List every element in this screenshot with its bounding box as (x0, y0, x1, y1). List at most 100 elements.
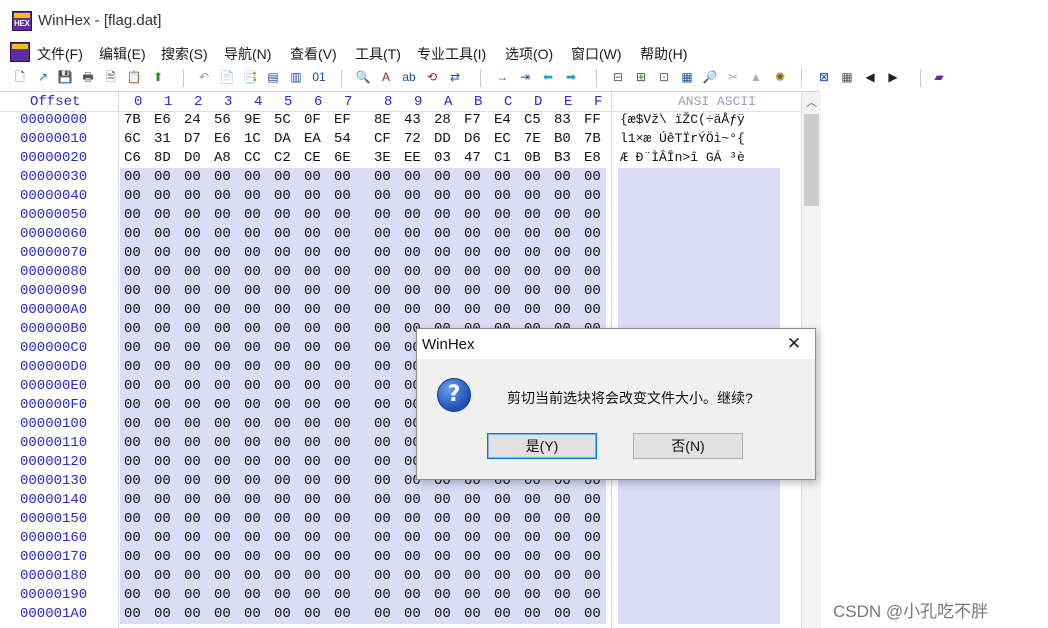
hex-byte[interactable]: 00 (304, 226, 321, 242)
hex-byte[interactable]: 00 (374, 606, 391, 622)
hex-byte[interactable]: 00 (154, 207, 171, 223)
hex-byte[interactable]: 00 (524, 207, 541, 223)
hex-byte[interactable]: 00 (464, 606, 481, 622)
hex-byte[interactable]: 00 (464, 169, 481, 185)
hex-byte[interactable]: 00 (214, 245, 231, 261)
print-preview-icon[interactable]: 🗎 (103, 69, 119, 85)
hex-byte[interactable]: 7E (524, 131, 541, 147)
hex-byte[interactable]: 00 (154, 188, 171, 204)
hex-byte[interactable]: 0B (524, 150, 541, 166)
find-icon[interactable]: 🔍 (355, 69, 371, 85)
hex-byte[interactable]: 00 (434, 245, 451, 261)
book-icon[interactable]: ▰ (931, 69, 947, 85)
hex-byte[interactable]: 54 (334, 131, 351, 147)
hex-byte[interactable]: 00 (334, 340, 351, 356)
hex-byte[interactable]: 00 (374, 226, 391, 242)
replace-hex-icon[interactable]: ⇄ (447, 69, 463, 85)
copy-icon[interactable]: 📄 (219, 69, 235, 85)
hex-byte[interactable]: 00 (434, 606, 451, 622)
hex-byte[interactable]: 1C (244, 131, 261, 147)
hex-byte[interactable]: 00 (124, 245, 141, 261)
cut-gray-icon[interactable]: ✂ (725, 69, 741, 85)
hex-byte[interactable]: DA (274, 131, 291, 147)
hex-byte[interactable]: 00 (154, 606, 171, 622)
hex-byte[interactable]: 00 (434, 302, 451, 318)
hex-byte[interactable]: 00 (554, 207, 571, 223)
hex-byte[interactable]: 00 (554, 283, 571, 299)
hex-byte[interactable]: 00 (374, 169, 391, 185)
hex-byte[interactable]: 00 (214, 302, 231, 318)
hex-byte[interactable]: 00 (584, 264, 601, 280)
hex-byte[interactable]: 00 (334, 568, 351, 584)
hex-byte[interactable]: 00 (244, 492, 261, 508)
hex-byte[interactable]: 00 (244, 378, 261, 394)
hex-byte[interactable]: 00 (434, 226, 451, 242)
hex-byte[interactable]: 00 (214, 264, 231, 280)
hex-byte[interactable]: 00 (334, 264, 351, 280)
hex-byte[interactable]: 00 (494, 226, 511, 242)
hex-byte[interactable]: 00 (304, 245, 321, 261)
hex-byte[interactable]: 00 (334, 359, 351, 375)
close-icon[interactable]: ✕ (783, 333, 805, 355)
hex-byte[interactable]: 00 (334, 511, 351, 527)
menu-item[interactable]: 选项(O) (505, 44, 553, 64)
hex-byte[interactable]: 00 (554, 587, 571, 603)
hex-row[interactable]: 00000090 00 00 00 00 00 00 00 00 00 00 00 00 00 00 00 00 (0, 282, 800, 301)
hex-byte[interactable]: 00 (404, 302, 421, 318)
hex-byte[interactable]: 00 (494, 511, 511, 527)
hex-byte[interactable]: 00 (154, 340, 171, 356)
hex-byte[interactable]: 00 (124, 435, 141, 451)
hex-byte[interactable]: 00 (244, 587, 261, 603)
hex-binary-icon[interactable]: 01 (311, 69, 327, 85)
hex-byte[interactable]: 00 (154, 226, 171, 242)
hex-byte[interactable]: 00 (274, 568, 291, 584)
hex-byte[interactable]: 00 (374, 492, 391, 508)
hex-byte[interactable]: 00 (244, 321, 261, 337)
hex-byte[interactable]: 00 (404, 226, 421, 242)
hex-row[interactable]: 00000140 00 00 00 00 00 00 00 00 00 00 00 00 00 00 00 00 (0, 491, 800, 510)
hex-byte[interactable]: 00 (374, 549, 391, 565)
hex-byte[interactable]: 00 (464, 511, 481, 527)
hex-byte[interactable]: 00 (274, 492, 291, 508)
hex-byte[interactable]: B3 (554, 150, 571, 166)
menu-item[interactable]: 专业工具(I) (417, 44, 486, 64)
hex-byte[interactable]: 00 (434, 264, 451, 280)
find-hex-icon[interactable]: A (378, 69, 394, 85)
hex-byte[interactable]: 00 (374, 568, 391, 584)
hex-byte[interactable]: 00 (554, 568, 571, 584)
hex-byte[interactable]: 00 (584, 169, 601, 185)
hex-byte[interactable]: 00 (214, 359, 231, 375)
hex-byte[interactable]: 00 (304, 568, 321, 584)
hex-byte[interactable]: 00 (494, 530, 511, 546)
hex-byte[interactable]: 00 (374, 207, 391, 223)
hex-byte[interactable]: 00 (304, 321, 321, 337)
hex-byte[interactable]: 00 (274, 302, 291, 318)
hex-byte[interactable]: 00 (494, 264, 511, 280)
hex-byte[interactable]: 00 (274, 207, 291, 223)
hex-byte[interactable]: 00 (214, 568, 231, 584)
hex-byte[interactable]: 00 (404, 606, 421, 622)
hex-byte[interactable]: 00 (494, 549, 511, 565)
hex-byte[interactable]: 00 (154, 245, 171, 261)
previous-icon[interactable]: ◀ (862, 69, 878, 85)
hex-byte[interactable]: 00 (584, 606, 601, 622)
hex-byte[interactable]: DD (434, 131, 451, 147)
hex-byte[interactable]: 00 (334, 207, 351, 223)
hex-byte[interactable]: 00 (154, 435, 171, 451)
hex-byte[interactable]: A8 (214, 150, 231, 166)
hex-byte[interactable]: 00 (154, 511, 171, 527)
hex-byte[interactable]: 00 (304, 169, 321, 185)
hex-byte[interactable]: 00 (184, 606, 201, 622)
hex-byte[interactable]: C6 (124, 150, 141, 166)
hex-byte[interactable]: 00 (124, 416, 141, 432)
hex-byte[interactable]: 00 (404, 207, 421, 223)
hex-byte[interactable]: 00 (584, 568, 601, 584)
hex-byte[interactable]: 00 (404, 169, 421, 185)
hex-byte[interactable]: 00 (464, 245, 481, 261)
hex-byte[interactable]: 00 (214, 226, 231, 242)
hex-byte[interactable]: 00 (214, 321, 231, 337)
disk-tool-icon[interactable]: ⊡ (656, 69, 672, 85)
hex-byte[interactable]: 00 (464, 264, 481, 280)
hex-byte[interactable]: 00 (154, 397, 171, 413)
hex-byte[interactable]: 00 (304, 473, 321, 489)
